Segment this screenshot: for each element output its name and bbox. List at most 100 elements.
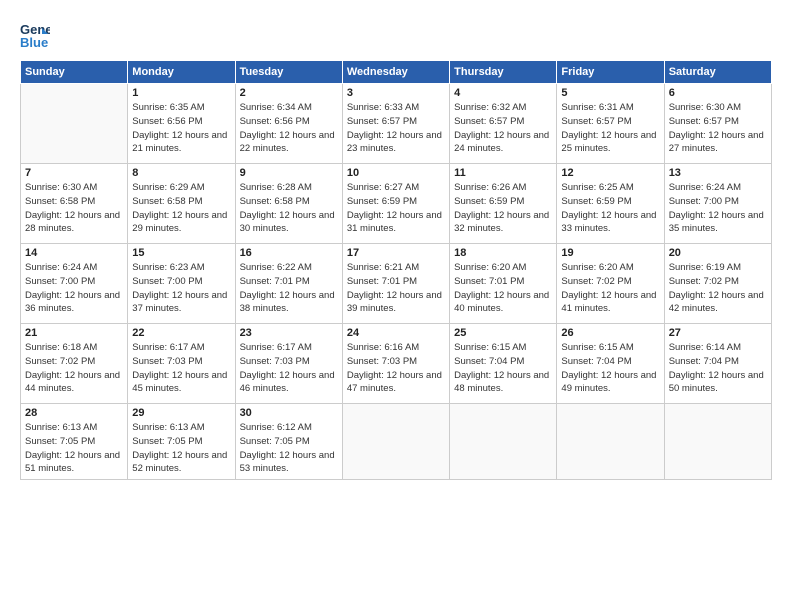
svg-text:Blue: Blue	[20, 35, 48, 50]
day-number: 9	[240, 167, 338, 179]
day-number: 10	[347, 167, 445, 179]
day-info: Sunrise: 6:15 AM Sunset: 7:04 PM Dayligh…	[454, 341, 552, 396]
calendar-cell: 2 Sunrise: 6:34 AM Sunset: 6:56 PM Dayli…	[235, 84, 342, 164]
day-number: 4	[454, 87, 552, 99]
day-info: Sunrise: 6:14 AM Sunset: 7:04 PM Dayligh…	[669, 341, 767, 396]
day-info: Sunrise: 6:30 AM Sunset: 6:58 PM Dayligh…	[25, 181, 123, 236]
weekday-header-wednesday: Wednesday	[342, 61, 449, 84]
week-row-2: 7 Sunrise: 6:30 AM Sunset: 6:58 PM Dayli…	[21, 164, 772, 244]
day-info: Sunrise: 6:13 AM Sunset: 7:05 PM Dayligh…	[25, 421, 123, 476]
day-info: Sunrise: 6:19 AM Sunset: 7:02 PM Dayligh…	[669, 261, 767, 316]
calendar-cell: 11 Sunrise: 6:26 AM Sunset: 6:59 PM Dayl…	[450, 164, 557, 244]
day-number: 24	[347, 327, 445, 339]
week-row-4: 21 Sunrise: 6:18 AM Sunset: 7:02 PM Dayl…	[21, 324, 772, 404]
day-info: Sunrise: 6:23 AM Sunset: 7:00 PM Dayligh…	[132, 261, 230, 316]
day-info: Sunrise: 6:26 AM Sunset: 6:59 PM Dayligh…	[454, 181, 552, 236]
calendar-cell	[450, 404, 557, 480]
day-number: 29	[132, 407, 230, 419]
calendar-cell: 1 Sunrise: 6:35 AM Sunset: 6:56 PM Dayli…	[128, 84, 235, 164]
day-number: 17	[347, 247, 445, 259]
week-row-1: 1 Sunrise: 6:35 AM Sunset: 6:56 PM Dayli…	[21, 84, 772, 164]
day-number: 11	[454, 167, 552, 179]
calendar-cell: 30 Sunrise: 6:12 AM Sunset: 7:05 PM Dayl…	[235, 404, 342, 480]
day-info: Sunrise: 6:30 AM Sunset: 6:57 PM Dayligh…	[669, 101, 767, 156]
day-info: Sunrise: 6:27 AM Sunset: 6:59 PM Dayligh…	[347, 181, 445, 236]
calendar-cell: 16 Sunrise: 6:22 AM Sunset: 7:01 PM Dayl…	[235, 244, 342, 324]
day-number: 25	[454, 327, 552, 339]
calendar-cell: 19 Sunrise: 6:20 AM Sunset: 7:02 PM Dayl…	[557, 244, 664, 324]
day-number: 7	[25, 167, 123, 179]
weekday-header-friday: Friday	[557, 61, 664, 84]
calendar-cell: 3 Sunrise: 6:33 AM Sunset: 6:57 PM Dayli…	[342, 84, 449, 164]
logo-icon: General Blue	[20, 20, 50, 50]
calendar-cell: 21 Sunrise: 6:18 AM Sunset: 7:02 PM Dayl…	[21, 324, 128, 404]
day-number: 6	[669, 87, 767, 99]
calendar-cell: 18 Sunrise: 6:20 AM Sunset: 7:01 PM Dayl…	[450, 244, 557, 324]
calendar-cell: 25 Sunrise: 6:15 AM Sunset: 7:04 PM Dayl…	[450, 324, 557, 404]
day-number: 12	[561, 167, 659, 179]
day-number: 30	[240, 407, 338, 419]
day-number: 2	[240, 87, 338, 99]
day-number: 3	[347, 87, 445, 99]
day-number: 27	[669, 327, 767, 339]
calendar-cell: 4 Sunrise: 6:32 AM Sunset: 6:57 PM Dayli…	[450, 84, 557, 164]
day-info: Sunrise: 6:24 AM Sunset: 7:00 PM Dayligh…	[25, 261, 123, 316]
weekday-header-row: SundayMondayTuesdayWednesdayThursdayFrid…	[21, 61, 772, 84]
day-info: Sunrise: 6:33 AM Sunset: 6:57 PM Dayligh…	[347, 101, 445, 156]
logo: General Blue	[20, 20, 54, 50]
calendar: SundayMondayTuesdayWednesdayThursdayFrid…	[20, 60, 772, 480]
day-number: 26	[561, 327, 659, 339]
day-number: 13	[669, 167, 767, 179]
day-info: Sunrise: 6:18 AM Sunset: 7:02 PM Dayligh…	[25, 341, 123, 396]
day-number: 14	[25, 247, 123, 259]
week-row-3: 14 Sunrise: 6:24 AM Sunset: 7:00 PM Dayl…	[21, 244, 772, 324]
day-number: 23	[240, 327, 338, 339]
day-info: Sunrise: 6:32 AM Sunset: 6:57 PM Dayligh…	[454, 101, 552, 156]
calendar-cell: 17 Sunrise: 6:21 AM Sunset: 7:01 PM Dayl…	[342, 244, 449, 324]
calendar-cell: 8 Sunrise: 6:29 AM Sunset: 6:58 PM Dayli…	[128, 164, 235, 244]
day-info: Sunrise: 6:16 AM Sunset: 7:03 PM Dayligh…	[347, 341, 445, 396]
day-info: Sunrise: 6:31 AM Sunset: 6:57 PM Dayligh…	[561, 101, 659, 156]
weekday-header-tuesday: Tuesday	[235, 61, 342, 84]
calendar-cell: 20 Sunrise: 6:19 AM Sunset: 7:02 PM Dayl…	[664, 244, 771, 324]
calendar-cell	[342, 404, 449, 480]
weekday-header-monday: Monday	[128, 61, 235, 84]
day-info: Sunrise: 6:13 AM Sunset: 7:05 PM Dayligh…	[132, 421, 230, 476]
weekday-header-saturday: Saturday	[664, 61, 771, 84]
day-number: 15	[132, 247, 230, 259]
calendar-cell: 6 Sunrise: 6:30 AM Sunset: 6:57 PM Dayli…	[664, 84, 771, 164]
week-row-5: 28 Sunrise: 6:13 AM Sunset: 7:05 PM Dayl…	[21, 404, 772, 480]
calendar-cell: 10 Sunrise: 6:27 AM Sunset: 6:59 PM Dayl…	[342, 164, 449, 244]
day-number: 28	[25, 407, 123, 419]
calendar-cell	[664, 404, 771, 480]
day-info: Sunrise: 6:22 AM Sunset: 7:01 PM Dayligh…	[240, 261, 338, 316]
day-info: Sunrise: 6:28 AM Sunset: 6:58 PM Dayligh…	[240, 181, 338, 236]
day-info: Sunrise: 6:35 AM Sunset: 6:56 PM Dayligh…	[132, 101, 230, 156]
day-number: 18	[454, 247, 552, 259]
calendar-cell: 5 Sunrise: 6:31 AM Sunset: 6:57 PM Dayli…	[557, 84, 664, 164]
day-number: 21	[25, 327, 123, 339]
page: General Blue SundayMondayTuesdayWednesda…	[0, 0, 792, 612]
weekday-header-sunday: Sunday	[21, 61, 128, 84]
day-number: 8	[132, 167, 230, 179]
calendar-cell: 24 Sunrise: 6:16 AM Sunset: 7:03 PM Dayl…	[342, 324, 449, 404]
day-info: Sunrise: 6:20 AM Sunset: 7:01 PM Dayligh…	[454, 261, 552, 316]
weekday-header-thursday: Thursday	[450, 61, 557, 84]
calendar-cell: 26 Sunrise: 6:15 AM Sunset: 7:04 PM Dayl…	[557, 324, 664, 404]
day-info: Sunrise: 6:20 AM Sunset: 7:02 PM Dayligh…	[561, 261, 659, 316]
day-info: Sunrise: 6:34 AM Sunset: 6:56 PM Dayligh…	[240, 101, 338, 156]
day-number: 20	[669, 247, 767, 259]
calendar-cell: 7 Sunrise: 6:30 AM Sunset: 6:58 PM Dayli…	[21, 164, 128, 244]
header: General Blue	[20, 20, 772, 50]
calendar-cell: 27 Sunrise: 6:14 AM Sunset: 7:04 PM Dayl…	[664, 324, 771, 404]
calendar-cell: 12 Sunrise: 6:25 AM Sunset: 6:59 PM Dayl…	[557, 164, 664, 244]
day-info: Sunrise: 6:24 AM Sunset: 7:00 PM Dayligh…	[669, 181, 767, 236]
calendar-cell: 22 Sunrise: 6:17 AM Sunset: 7:03 PM Dayl…	[128, 324, 235, 404]
calendar-cell	[557, 404, 664, 480]
calendar-cell: 13 Sunrise: 6:24 AM Sunset: 7:00 PM Dayl…	[664, 164, 771, 244]
calendar-cell: 15 Sunrise: 6:23 AM Sunset: 7:00 PM Dayl…	[128, 244, 235, 324]
day-info: Sunrise: 6:25 AM Sunset: 6:59 PM Dayligh…	[561, 181, 659, 236]
calendar-cell	[21, 84, 128, 164]
calendar-cell: 9 Sunrise: 6:28 AM Sunset: 6:58 PM Dayli…	[235, 164, 342, 244]
calendar-cell: 23 Sunrise: 6:17 AM Sunset: 7:03 PM Dayl…	[235, 324, 342, 404]
